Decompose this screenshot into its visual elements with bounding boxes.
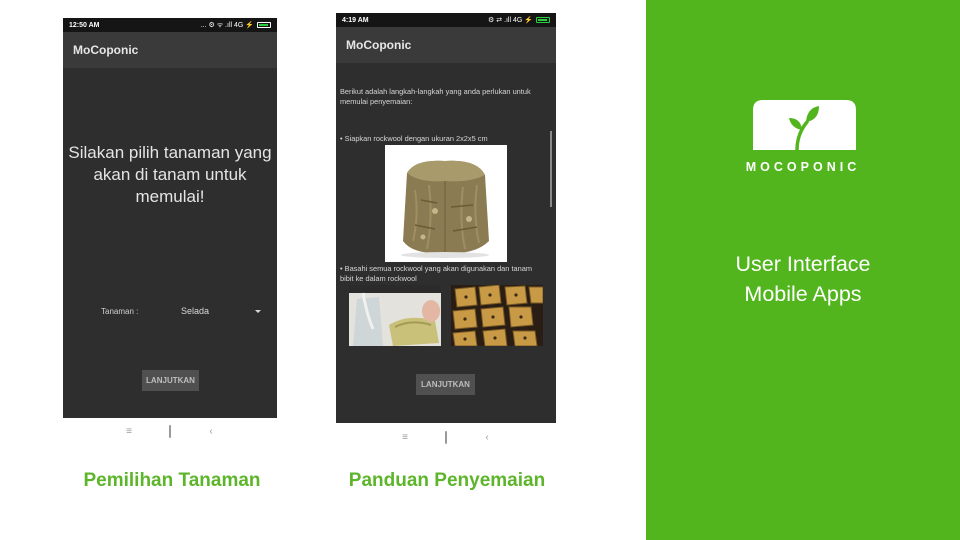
home-icon[interactable] [163,425,177,438]
back-icon[interactable]: ‹ [204,426,218,437]
phone-screen-plant-selection: 12:50 AM ... ⚙ ᯤ .ıll 4G ⚡ MoCoponic Sil… [63,18,277,418]
status-bar: 4:19 AM ⚙ ⇄ .ıll 4G ⚡ [336,13,556,27]
status-icons: ... ⚙ ᯤ .ıll 4G ⚡ [200,21,254,29]
caption-seeding-guide: Panduan Penyemaian [348,470,546,491]
guide-step-2: • Basahi semua rockwool yang akan diguna… [340,264,532,283]
plant-field-label: Tanaman : [101,307,139,316]
plant-dropdown[interactable]: Selada [173,302,261,320]
caption-plant-selection: Pemilihan Tanaman [83,470,261,491]
guide-step-1: • Siapkan rockwool dengan ukuran 2x2x5 c… [340,134,488,143]
phone-screen-seeding-guide: 4:19 AM ⚙ ⇄ .ıll 4G ⚡ MoCoponic Berikut … [336,13,556,423]
app-bar: MoCoponic [63,32,277,68]
brand-panel: MOCOPONIC User Interface Mobile Apps [646,0,960,540]
status-time: 4:19 AM [342,16,369,24]
status-bar: 12:50 AM ... ⚙ ᯤ .ıll 4G ⚡ [63,18,277,32]
status-icons: ⚙ ⇄ .ıll 4G ⚡ [488,17,533,24]
battery-icon [536,17,550,23]
dropdown-caret-icon [255,309,261,313]
rockwool-cube-image [385,145,507,262]
home-icon[interactable] [439,431,453,444]
brand-name: MOCOPONIC [745,160,861,174]
menu-icon[interactable]: ≡ [398,432,412,443]
seedling-in-rockwool-image [349,285,441,346]
app-title: MoCoponic [73,43,139,57]
selection-prompt: Silakan pilih tanaman yang akan di tanam… [68,143,272,206]
app-title: MoCoponic [346,38,412,52]
plant-dropdown-value: Selada [181,306,210,316]
status-time: 12:50 AM [69,21,100,29]
continue-button[interactable]: LANJUTKAN [416,374,475,395]
android-nav-bar: ≡ ‹ [122,425,218,438]
rockwool-tray-image [451,285,543,346]
scrollbar[interactable] [550,131,552,207]
guide-intro-text: Berikut adalah langkah-langkah yang anda… [340,87,531,106]
android-nav-bar: ≡ ‹ [398,431,494,444]
app-bar: MoCoponic [336,27,556,63]
back-icon[interactable]: ‹ [480,432,494,443]
battery-icon [257,22,271,28]
menu-icon[interactable]: ≡ [122,426,136,437]
panel-title-line-2: Mobile Apps [744,282,862,306]
panel-title: User Interface Mobile Apps [646,249,960,309]
panel-title-line-1: User Interface [735,252,871,276]
mocoponic-logo-icon [753,100,856,152]
continue-button[interactable]: LANJUTKAN [142,370,199,391]
